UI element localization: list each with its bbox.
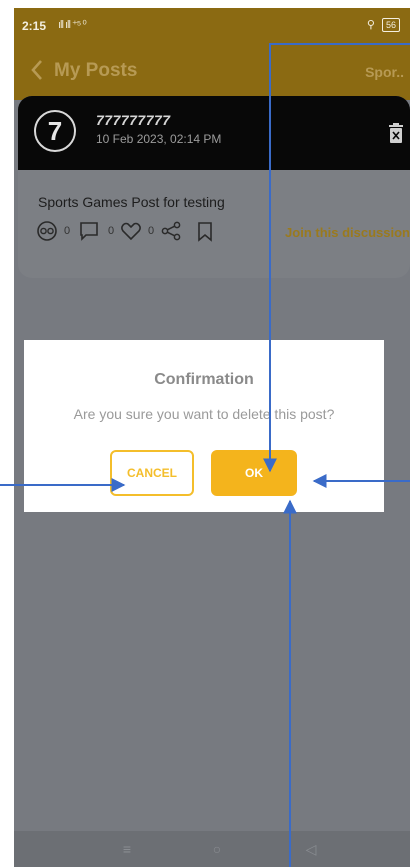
dialog-title: Confirmation <box>154 371 254 388</box>
post-date: 10 Feb 2023, 02:14 PM <box>96 132 222 146</box>
status-right: ⚲ 56 <box>367 18 400 32</box>
post-header: 7 777777777 10 Feb 2023, 02:14 PM <box>18 96 410 170</box>
heart-icon[interactable] <box>120 220 142 242</box>
view-count: 0 <box>64 225 71 237</box>
bookmark-icon[interactable] <box>194 220 216 242</box>
system-nav-bar: ≡ ○ ◁ <box>14 831 410 867</box>
nav-home-icon[interactable]: ○ <box>208 840 226 858</box>
nav-back-icon[interactable]: ◁ <box>302 840 320 858</box>
back-icon[interactable] <box>30 58 52 86</box>
post-card: 7 777777777 10 Feb 2023, 02:14 PM Sports… <box>18 96 410 278</box>
post-text: Sports Games Post for testing <box>38 194 225 210</box>
signal-icon: ıll ıll ⁺⁵ ⁰ <box>58 19 87 31</box>
app-bar: My Posts Spor.. <box>14 44 410 100</box>
nav-menu-icon[interactable]: ≡ <box>118 840 136 858</box>
dialog-message: Are you sure you want to delete this pos… <box>73 406 335 422</box>
share-icon[interactable] <box>160 220 182 242</box>
avatar: 7 <box>34 110 76 152</box>
status-time: 2:15 <box>22 19 47 33</box>
like-count: 0 <box>148 225 155 237</box>
page-title: My Posts <box>54 60 138 81</box>
comment-count: 0 <box>108 225 115 237</box>
comment-icon[interactable] <box>78 220 100 242</box>
battery-icon: 56 <box>381 18 400 32</box>
confirm-dialog: Confirmation Are you sure you want to de… <box>24 340 384 512</box>
cancel-button[interactable]: CANCEL <box>110 450 194 496</box>
category-filter[interactable]: Spor.. <box>365 64 404 80</box>
post-actions: 0 0 0 Join this discussion <box>26 220 410 244</box>
join-discussion-link[interactable]: Join this discussion <box>285 225 410 240</box>
ok-button[interactable]: OK <box>211 450 297 496</box>
trash-icon[interactable] <box>388 123 404 143</box>
network-icon: ⚲ <box>366 19 375 31</box>
post-username: 777777777 <box>96 112 171 128</box>
status-bar: 2:15 ıll ıll ⁺⁵ ⁰ ⚲ 56 <box>14 8 410 44</box>
eyes-icon[interactable] <box>36 220 58 242</box>
